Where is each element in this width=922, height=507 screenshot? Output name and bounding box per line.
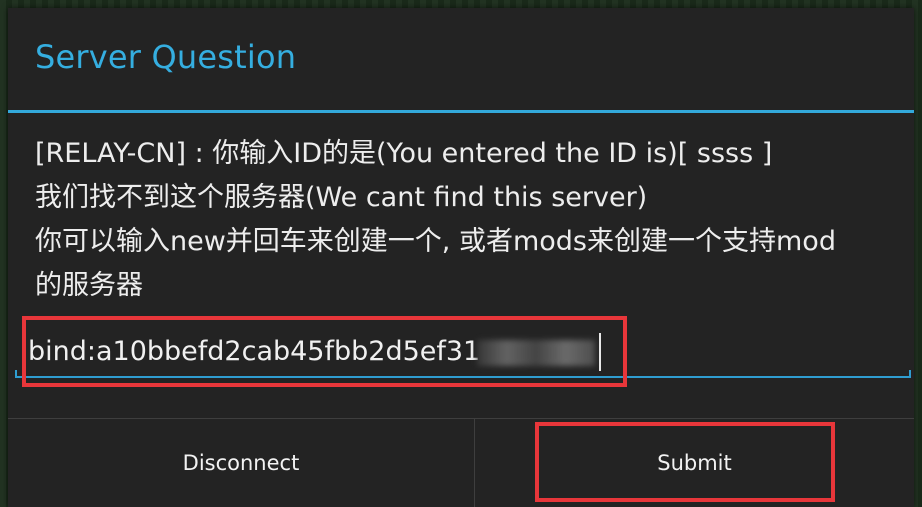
answer-input-value[interactable]: bind:a10bbefd2cab45fbb2d5ef31 bbox=[28, 336, 480, 367]
dialog-message: [RELAY-CN] : 你输入ID的是(You entered the ID … bbox=[35, 132, 905, 308]
server-question-dialog: Server Question [RELAY-CN] : 你输入ID的是(You… bbox=[8, 8, 914, 507]
redacted-text-blur bbox=[477, 340, 595, 366]
message-line: 我们找不到这个服务器(We cant find this server) bbox=[35, 182, 648, 213]
title-divider bbox=[8, 110, 914, 113]
message-line: [RELAY-CN] : 你输入ID的是(You entered the ID … bbox=[35, 138, 773, 169]
answer-input[interactable]: bind:a10bbefd2cab45fbb2d5ef31 bbox=[15, 326, 911, 378]
input-underline bbox=[15, 376, 911, 378]
message-line: 你可以输入new并回车来创建一个, 或者mods来创建一个支持mod bbox=[35, 226, 836, 257]
input-underline-right-tick bbox=[909, 370, 911, 378]
dialog-title: Server Question bbox=[35, 38, 297, 76]
message-line: 的服务器 bbox=[35, 270, 143, 301]
text-caret bbox=[599, 333, 601, 371]
disconnect-button[interactable]: Disconnect bbox=[8, 419, 474, 507]
submit-button[interactable]: Submit bbox=[475, 419, 914, 507]
input-underline-left-tick bbox=[15, 370, 17, 378]
